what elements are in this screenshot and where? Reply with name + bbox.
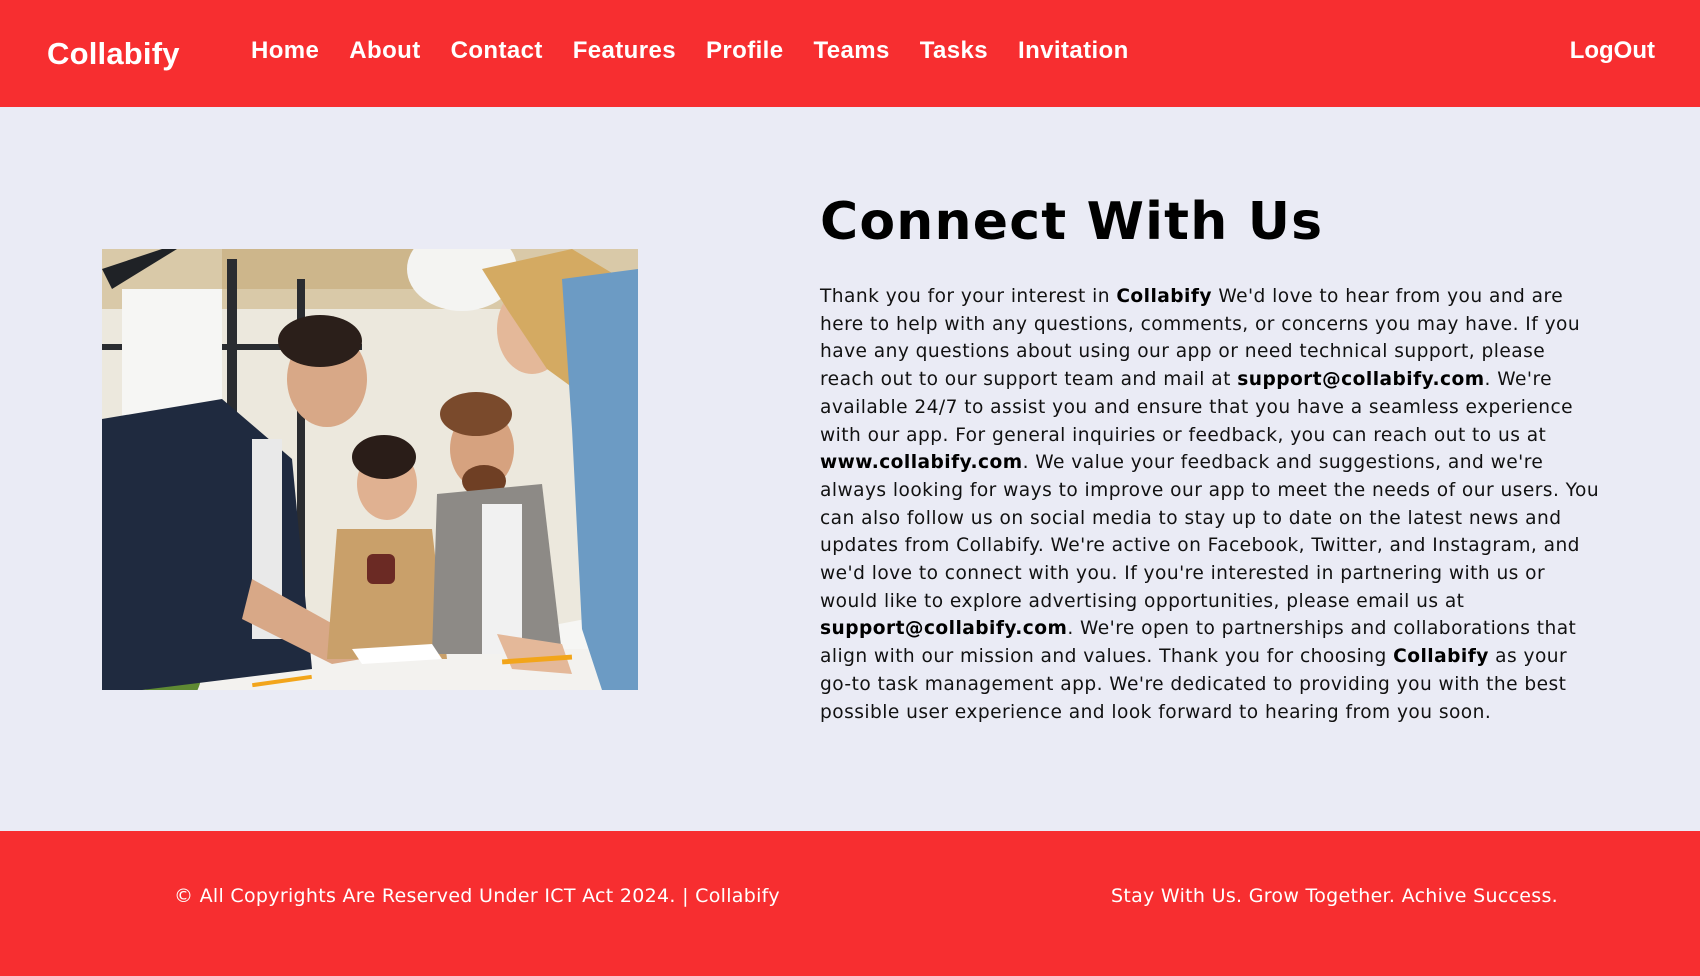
contact-text-1: Thank you for your interest in	[820, 286, 1117, 307]
main-nav: Home About Contact Features Profile Team…	[251, 37, 1129, 65]
support-email: support@collabify.com	[1237, 369, 1485, 391]
brand-name-bold: Collabify	[1116, 286, 1212, 307]
nav-link-features[interactable]: Features	[573, 37, 676, 65]
website-url: www.collabify.com	[820, 452, 1023, 474]
nav-link-invitation[interactable]: Invitation	[1018, 37, 1129, 65]
contact-paragraph: Thank you for your interest in Collabify…	[820, 283, 1600, 726]
page-title: Connect With Us	[820, 192, 1324, 252]
footer-copyright: © All Copyrights Are Reserved Under ICT …	[174, 885, 780, 907]
nav-link-contact[interactable]: Contact	[451, 37, 543, 65]
nav-link-profile[interactable]: Profile	[706, 37, 783, 65]
contact-text-4: . We value your feedback and suggestions…	[820, 452, 1600, 612]
top-navbar: Collabify Home About Contact Features Pr…	[0, 0, 1700, 107]
nav-link-about[interactable]: About	[349, 37, 420, 65]
page-footer: © All Copyrights Are Reserved Under ICT …	[0, 831, 1700, 976]
partnership-email: support@collabify.com	[820, 618, 1068, 640]
team-meeting-photo	[102, 249, 638, 690]
nav-link-home[interactable]: Home	[251, 37, 319, 65]
brand-logo[interactable]: Collabify	[47, 36, 180, 72]
footer-tagline: Stay With Us. Grow Together. Achive Succ…	[1111, 885, 1559, 907]
logout-link[interactable]: LogOut	[1570, 37, 1655, 65]
brand-name-bold-2: Collabify	[1393, 646, 1489, 668]
nav-link-tasks[interactable]: Tasks	[920, 37, 988, 65]
team-meeting-illustration	[102, 249, 638, 690]
nav-link-teams[interactable]: Teams	[813, 37, 889, 65]
